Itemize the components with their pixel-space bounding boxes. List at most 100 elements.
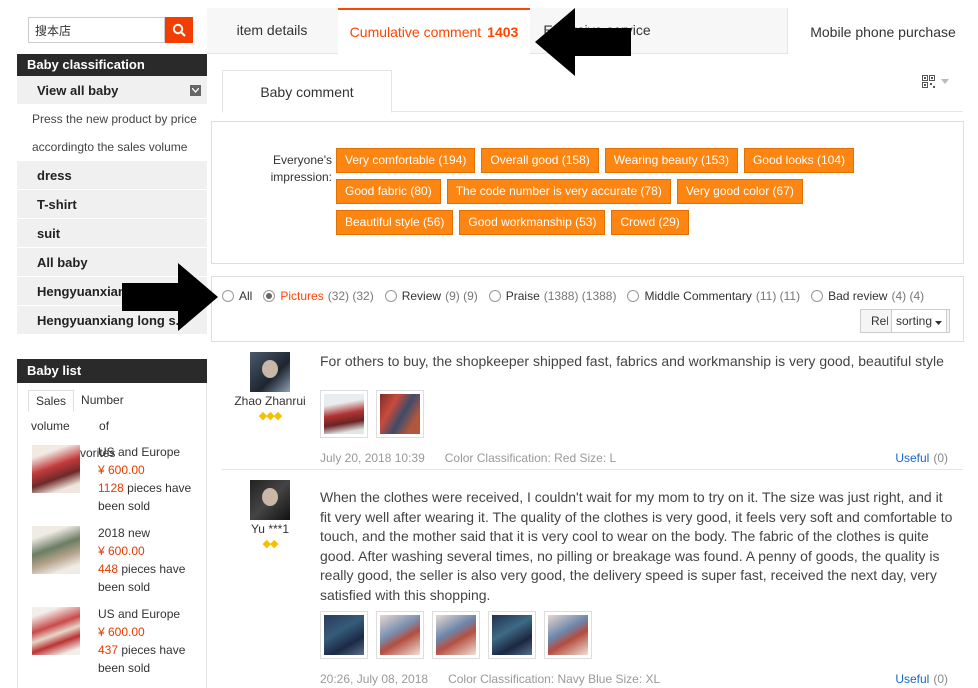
- useful-button[interactable]: Useful (0): [895, 451, 948, 465]
- review-text: For others to buy, the shopkeeper shippe…: [320, 353, 944, 369]
- useful-button[interactable]: Useful (0): [895, 672, 948, 686]
- subtab-volume[interactable]: volume: [31, 419, 70, 433]
- impression-tag[interactable]: Good fabric (80): [336, 179, 441, 204]
- product-price: ¥ 600.00: [98, 625, 145, 639]
- category-by-sales[interactable]: accordingto the sales volume: [17, 133, 207, 161]
- radio-button[interactable]: [811, 290, 824, 302]
- tab-item-details[interactable]: item details: [207, 8, 337, 54]
- tab-cumulative-count: 1403: [487, 24, 519, 40]
- tab-sales[interactable]: Sales: [28, 390, 75, 412]
- classification-title: Baby classification: [17, 54, 207, 76]
- radio-button[interactable]: [222, 290, 234, 302]
- collapse-toggle[interactable]: [190, 84, 201, 96]
- product-name[interactable]: 2018 new: [98, 524, 198, 542]
- impression-tag[interactable]: Wearing beauty (153): [604, 148, 738, 173]
- review-photo[interactable]: [320, 611, 368, 659]
- product-thumbnail[interactable]: [32, 607, 80, 655]
- impression-tags: Very comfortable (194) Overall good (158…: [336, 148, 896, 241]
- impression-tag[interactable]: Very comfortable (194): [336, 148, 476, 173]
- sort-relevance[interactable]: Relevance: [871, 314, 888, 328]
- review-classification: Color Classification: Red Size: L: [444, 451, 617, 465]
- impression-tag[interactable]: The code number is very accurate (78): [446, 179, 671, 204]
- radio-button[interactable]: [384, 290, 397, 302]
- category-dress[interactable]: dress: [17, 161, 207, 190]
- filter-praise[interactable]: Praise (1388) (1388): [488, 289, 616, 303]
- avatar[interactable]: [250, 480, 290, 520]
- main-content: item details Cumulative comment1403 Excl…: [207, 8, 978, 688]
- impression-tag[interactable]: Overall good (158): [481, 148, 599, 173]
- product-sold: 1128 pieces have been sold: [98, 481, 192, 513]
- product-thumbnail[interactable]: [32, 526, 80, 574]
- product-price: ¥ 600.00: [98, 463, 145, 477]
- chevron-down-icon: [192, 87, 199, 93]
- impression-tag[interactable]: Beautiful style (56): [336, 210, 454, 235]
- chevron-down-icon: [935, 321, 943, 325]
- review-meta: July 20, 2018 10:39 Color Classification:…: [320, 451, 616, 465]
- arrow-icon: [122, 263, 218, 331]
- baby-list-title: Baby list: [17, 359, 207, 383]
- filter-bad[interactable]: Bad review (4) (4): [811, 289, 924, 303]
- avatar[interactable]: [250, 352, 290, 392]
- tab-number[interactable]: Number: [74, 390, 131, 412]
- product-name[interactable]: US and Europe: [98, 443, 198, 461]
- comment-subtab-row: Baby comment: [222, 70, 963, 113]
- review-photo[interactable]: [544, 611, 592, 659]
- impression-tag[interactable]: Very good color (67): [676, 179, 803, 204]
- list-tabs: Sales Number: [18, 383, 206, 412]
- sidebar: Baby classification View all baby Press …: [17, 8, 207, 688]
- category-view-all[interactable]: View all baby: [17, 76, 207, 105]
- list-subtabs: volume of: [31, 419, 135, 433]
- review-photo[interactable]: [488, 611, 536, 659]
- review-photo[interactable]: [320, 390, 368, 438]
- review-photos: [320, 390, 424, 438]
- radio-button[interactable]: [488, 290, 501, 302]
- subtab-of[interactable]: of: [99, 419, 109, 433]
- impression-panel: Everyone's impression: Very comfortable …: [211, 121, 964, 264]
- user-name: Zhao Zhanrui: [234, 394, 306, 408]
- filter-all[interactable]: All: [222, 289, 252, 303]
- category-by-price[interactable]: Press the new product by price: [17, 105, 207, 133]
- shop-search: [17, 8, 207, 44]
- tab-baby-comment[interactable]: Baby comment: [222, 70, 392, 113]
- impression-tag[interactable]: Good workmanship (53): [459, 210, 606, 235]
- user-level-badge: ◆◆: [262, 538, 279, 550]
- user-level-badge: ◆◆◆: [258, 410, 282, 422]
- sort-dropdown[interactable]: Relevance sorting: [860, 309, 950, 333]
- chevron-down-icon: [941, 79, 949, 84]
- sort-button[interactable]: sorting: [891, 310, 948, 332]
- review-text: When the clothes were received, I couldn…: [320, 489, 953, 603]
- impression-tag[interactable]: Good looks (104): [743, 148, 855, 173]
- review-meta: 20:26, July 08, 2018 Color Classification…: [320, 672, 660, 686]
- product-name[interactable]: US and Europe: [98, 605, 198, 623]
- product-thumbnail[interactable]: [32, 445, 80, 493]
- tab-mobile-purchase[interactable]: Mobile phone purchase: [787, 8, 978, 54]
- review-classification: Color Classification: Navy Blue Size: XL: [448, 672, 661, 686]
- radio-button[interactable]: [263, 290, 276, 302]
- search-button[interactable]: [165, 17, 193, 43]
- tab-cumulative-comment[interactable]: Cumulative comment 1403: [338, 8, 530, 55]
- review-photo[interactable]: [432, 611, 480, 659]
- filter-middle[interactable]: Middle Commentary (11) (11): [627, 289, 800, 303]
- filter-review[interactable]: Review (9) (9): [384, 289, 478, 303]
- baby-list: Sales Number volume of favorites US and …: [17, 383, 207, 688]
- category-suit[interactable]: suit: [17, 219, 207, 248]
- qr-code-button[interactable]: [922, 75, 949, 88]
- review-filters: All Pictures (32) (32) Review (9) (9) Prai…: [222, 289, 935, 303]
- review-user: Yu ***1 ◆◆: [222, 480, 318, 550]
- review-photo[interactable]: [376, 390, 424, 438]
- qr-code-icon: [922, 75, 935, 88]
- impression-tag[interactable]: Crowd (29): [611, 210, 689, 235]
- review-date: July 20, 2018 10:39: [320, 451, 425, 465]
- radio-button[interactable]: [627, 290, 640, 302]
- shop-search-input[interactable]: [28, 17, 165, 43]
- review-filter-bar: All Pictures (32) (32) Review (9) (9) Prai…: [211, 276, 964, 342]
- review-item: Yu ***1 ◆◆ When the clothes were receive…: [222, 478, 963, 688]
- product-sold: 448 pieces have been sold: [98, 562, 186, 594]
- tab-cumulative-label: Cumulative comment: [349, 24, 482, 40]
- product-price: ¥ 600.00: [98, 544, 145, 558]
- user-name: Yu ***1: [250, 522, 290, 536]
- category-tshirt[interactable]: T-shirt: [17, 190, 207, 219]
- filter-pictures[interactable]: Pictures (32) (32): [263, 289, 374, 303]
- review-photo[interactable]: [376, 611, 424, 659]
- product-sold: 437 pieces have been sold: [98, 643, 186, 675]
